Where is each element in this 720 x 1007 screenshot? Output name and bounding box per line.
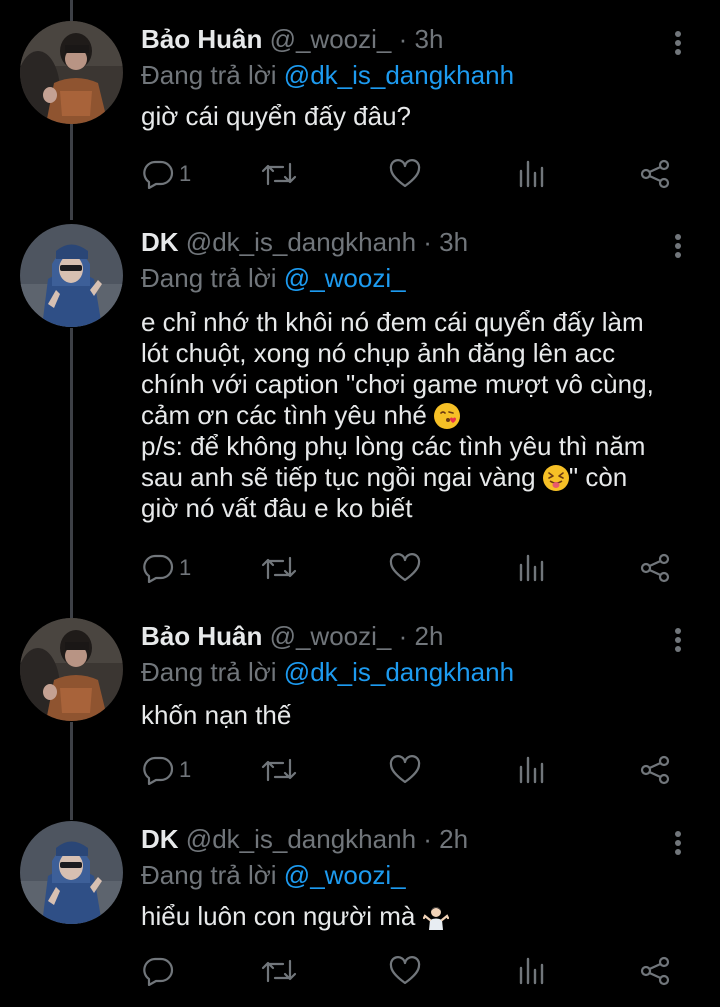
retweet-icon — [261, 959, 297, 983]
reply-mention-link[interactable]: @dk_is_dangkhanh — [284, 60, 514, 90]
share-button[interactable] — [638, 154, 672, 194]
person-shrugging-emoji-icon — [422, 904, 449, 930]
avatar[interactable] — [20, 618, 123, 721]
avatar[interactable] — [20, 224, 123, 327]
analytics-icon — [519, 756, 544, 784]
share-icon — [640, 755, 670, 785]
user-handle[interactable]: @_woozi_ — [270, 24, 392, 54]
squinting-tongue-emoji-icon — [542, 465, 569, 491]
more-vertical-icon[interactable] — [668, 30, 688, 56]
retweet-icon — [261, 162, 297, 186]
heart-icon — [389, 159, 421, 188]
replying-label: Đang trả lời — [141, 657, 277, 687]
reply-count: 1 — [179, 555, 192, 580]
like-button[interactable] — [388, 154, 422, 194]
retweet-button[interactable] — [259, 951, 299, 991]
analytics-button[interactable] — [516, 951, 546, 991]
retweet-icon — [261, 758, 297, 782]
reply-button[interactable]: 1 — [141, 548, 191, 588]
tweet-text: khốn nạn thế — [141, 700, 292, 730]
analytics-icon — [519, 554, 544, 582]
share-icon — [640, 956, 670, 986]
display-name[interactable]: Bảo Huân — [141, 621, 262, 651]
tweet[interactable]: Bảo Huân @_woozi_ · 3h Đang trả lời @dk_… — [0, 0, 720, 205]
timestamp[interactable]: · 3h — [423, 227, 468, 257]
reply-mention-link[interactable]: @_woozi_ — [284, 263, 406, 293]
retweet-button[interactable] — [259, 750, 299, 790]
reply-icon — [143, 957, 174, 986]
tweet-text: hiểu luôn con người mà — [141, 901, 701, 932]
reply-mention-link[interactable]: @_woozi_ — [284, 860, 406, 890]
timestamp[interactable]: · 2h — [399, 621, 444, 651]
tweet-header: DK @dk_is_dangkhanh · 3h — [141, 225, 468, 259]
tweet-text-part: hiểu luôn con người mà — [141, 901, 423, 931]
tweet-header: DK @dk_is_dangkhanh · 2h — [141, 822, 468, 856]
replying-label: Đang trả lời — [141, 60, 277, 90]
timestamp[interactable]: · 2h — [423, 824, 468, 854]
reply-icon — [143, 756, 174, 785]
tweet-actions: 1 — [141, 548, 701, 588]
display-name[interactable]: Bảo Huân — [141, 24, 262, 54]
heart-icon — [389, 553, 421, 582]
reply-count: 1 — [179, 757, 192, 782]
timestamp[interactable]: · 3h — [399, 24, 444, 54]
heart-icon — [389, 956, 421, 985]
avatar[interactable] — [20, 21, 123, 124]
replying-to: Đang trả lời @_woozi_ — [141, 858, 406, 892]
tweet-actions: 1 — [141, 154, 701, 194]
share-button[interactable] — [638, 951, 672, 991]
tweet-text: giờ cái quyển đấy đâu? — [141, 101, 412, 131]
share-button[interactable] — [638, 548, 672, 588]
replying-to: Đang trả lời @_woozi_ — [141, 261, 406, 295]
display-name[interactable]: DK — [141, 227, 179, 257]
heart-icon — [389, 755, 421, 784]
avatar[interactable] — [20, 821, 123, 924]
tweet-header: Bảo Huân @_woozi_ · 2h — [141, 619, 443, 653]
tweet[interactable]: DK @dk_is_dangkhanh · 3h Đang trả lời @_… — [0, 203, 720, 597]
reply-button[interactable]: 1 — [141, 750, 191, 790]
replying-label: Đang trả lời — [141, 263, 277, 293]
share-button[interactable] — [638, 750, 672, 790]
more-vertical-icon[interactable] — [668, 830, 688, 856]
share-icon — [640, 553, 670, 583]
like-button[interactable] — [388, 750, 422, 790]
like-button[interactable] — [388, 548, 422, 588]
share-icon — [640, 159, 670, 189]
more-vertical-icon[interactable] — [668, 233, 688, 259]
like-button[interactable] — [388, 951, 422, 991]
analytics-icon — [519, 160, 544, 188]
kissing-heart-emoji-icon — [434, 403, 461, 429]
analytics-button[interactable] — [516, 548, 546, 588]
tweet-header: Bảo Huân @_woozi_ · 3h — [141, 22, 443, 56]
analytics-button[interactable] — [516, 154, 546, 194]
analytics-icon — [519, 957, 544, 985]
replying-label: Đang trả lời — [141, 860, 277, 890]
reply-icon — [143, 554, 174, 583]
replying-to: Đang trả lời @dk_is_dangkhanh — [141, 655, 514, 689]
reply-count: 1 — [179, 161, 192, 186]
user-handle[interactable]: @_woozi_ — [270, 621, 392, 651]
reply-button[interactable]: 1 — [141, 154, 191, 194]
tweet-actions: 1 — [141, 750, 701, 790]
reply-button[interactable] — [141, 951, 179, 991]
tweet[interactable]: DK @dk_is_dangkhanh · 2h Đang trả lời @_… — [0, 800, 720, 1007]
retweet-icon — [261, 556, 297, 580]
analytics-button[interactable] — [516, 750, 546, 790]
retweet-button[interactable] — [259, 548, 299, 588]
more-vertical-icon[interactable] — [668, 627, 688, 653]
tweet[interactable]: Bảo Huân @_woozi_ · 2h Đang trả lời @dk_… — [0, 597, 720, 801]
display-name[interactable]: DK — [141, 824, 179, 854]
reply-mention-link[interactable]: @dk_is_dangkhanh — [284, 657, 514, 687]
reply-icon — [143, 160, 174, 189]
tweet-text-part: e chỉ nhớ th khôi nó đem cái quyển đấy l… — [141, 307, 654, 430]
retweet-button[interactable] — [259, 154, 299, 194]
user-handle[interactable]: @dk_is_dangkhanh — [186, 227, 416, 257]
tweet-text: e chỉ nhớ th khôi nó đem cái quyển đấy l… — [141, 307, 701, 524]
replying-to: Đang trả lời @dk_is_dangkhanh — [141, 58, 514, 92]
tweet-actions — [141, 951, 701, 991]
user-handle[interactable]: @dk_is_dangkhanh — [186, 824, 416, 854]
